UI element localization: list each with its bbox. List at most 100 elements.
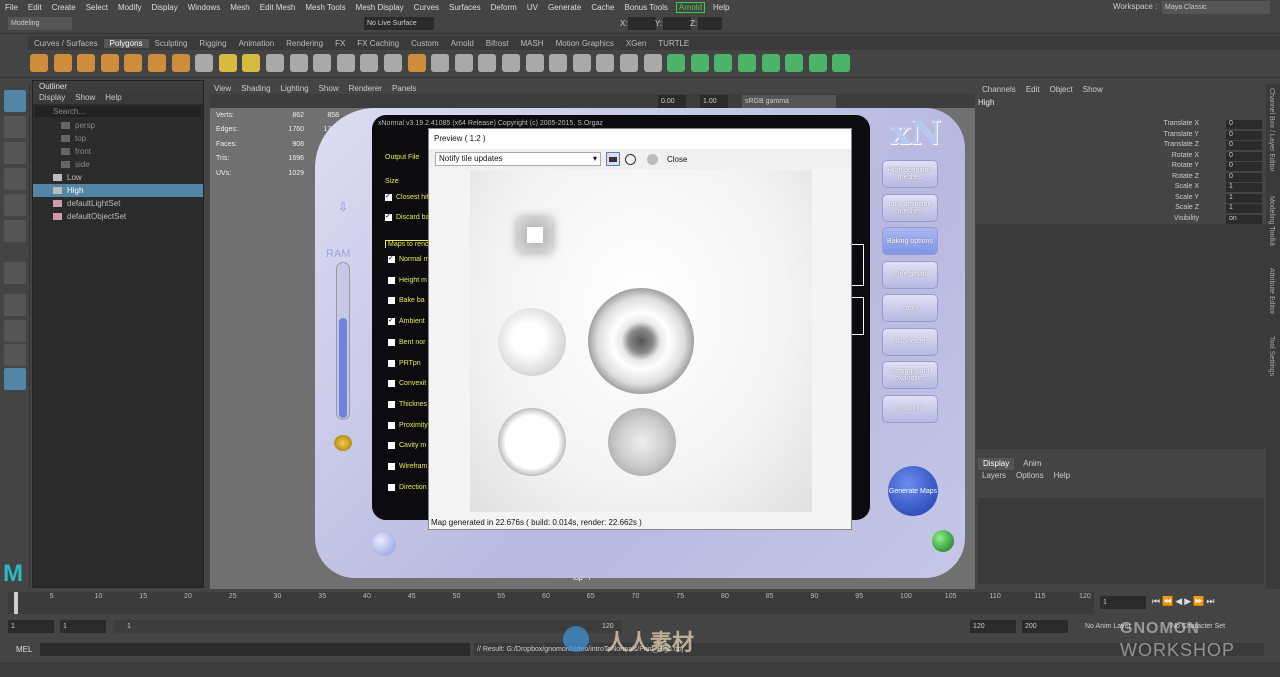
- menu-select[interactable]: Select: [81, 3, 113, 12]
- map-row[interactable]: Height m: [388, 276, 427, 284]
- channel-row[interactable]: Scale Y 1: [976, 193, 1266, 205]
- exposure-field[interactable]: 0.00: [658, 95, 686, 108]
- map-row[interactable]: PRTpn: [388, 359, 421, 367]
- shelf-tool-icon[interactable]: [690, 54, 709, 72]
- checkbox[interactable]: [388, 400, 395, 408]
- layer-tab-anim[interactable]: Anim: [1018, 458, 1046, 470]
- shelf-tool-icon[interactable]: [525, 54, 544, 72]
- shelf-tool-icon[interactable]: [289, 54, 308, 72]
- side-button-3d-viewer[interactable]: 3D Viewer: [882, 327, 938, 356]
- channel-value[interactable]: 0: [1226, 162, 1262, 171]
- channel-row[interactable]: Translate Y 0: [976, 130, 1266, 142]
- menu-help[interactable]: Help: [708, 3, 734, 12]
- shelf-tab-fx[interactable]: FX: [329, 39, 351, 48]
- map-row[interactable]: Proximity: [388, 421, 428, 429]
- viewport-menu-show[interactable]: Show: [319, 84, 339, 94]
- channel-value[interactable]: 0: [1226, 120, 1262, 129]
- shelf-tab-sculpting[interactable]: Sculpting: [149, 39, 194, 48]
- outliner-menu-help[interactable]: Help: [105, 92, 121, 104]
- layers-menu-options[interactable]: Options: [1016, 470, 1044, 482]
- lasso-tool-icon[interactable]: [4, 116, 26, 138]
- side-button-support[interactable]: Support: [882, 394, 938, 423]
- shelf-tool-icon[interactable]: [218, 54, 237, 72]
- channel-value[interactable]: 0: [1226, 130, 1262, 140]
- range-slider[interactable]: 1 120: [114, 620, 622, 633]
- four-view-icon[interactable]: [4, 320, 26, 342]
- live-surface-field[interactable]: No Live Surface: [364, 17, 434, 30]
- two-view-icon[interactable]: [4, 344, 26, 366]
- side-tab[interactable]: Modeling Toolkit: [1268, 196, 1275, 246]
- channel-row[interactable]: Translate X 0: [976, 120, 1266, 131]
- side-tab[interactable]: Channel Box / Layer Editor: [1268, 88, 1275, 172]
- channel-row[interactable]: Rotate X 0: [976, 151, 1266, 163]
- outliner-item[interactable]: Low: [33, 171, 203, 184]
- channel-row[interactable]: Scale Z 1: [976, 204, 1266, 215]
- checkbox[interactable]: [388, 380, 395, 388]
- layer-tab-display[interactable]: Display: [978, 458, 1015, 470]
- menu-edit-mesh[interactable]: Edit Mesh: [255, 3, 301, 12]
- circle-view-icon[interactable]: [625, 153, 636, 165]
- side-button-fine-detail[interactable]: Fine detail: [882, 260, 938, 289]
- map-row[interactable]: Wirefram: [388, 463, 427, 470]
- viewport-menu-lighting[interactable]: Lighting: [281, 84, 309, 94]
- shelf-tool-icon[interactable]: [53, 54, 72, 72]
- mel-input[interactable]: [40, 643, 470, 656]
- channel-row[interactable]: Rotate Z 0: [976, 172, 1266, 184]
- channel-value[interactable]: 0: [1226, 141, 1262, 150]
- channel-value[interactable]: 1: [1226, 204, 1262, 213]
- menu-deform[interactable]: Deform: [486, 3, 522, 12]
- shelf-tab-animation[interactable]: Animation: [233, 39, 281, 48]
- outliner-item[interactable]: front: [33, 145, 203, 158]
- shelf-tool-icon[interactable]: [454, 54, 473, 72]
- option-row[interactable]: Discard ba: [385, 212, 429, 221]
- map-row[interactable]: Direction: [388, 483, 427, 491]
- viewport-menu-shading[interactable]: Shading: [241, 84, 270, 94]
- mode-select[interactable]: Modeling: [8, 17, 72, 30]
- current-frame-field[interactable]: 1: [1100, 596, 1146, 609]
- colorspace-select[interactable]: sRGB gamma: [742, 95, 836, 108]
- shelf-tab-turtle[interactable]: TURTLE: [652, 39, 695, 48]
- notify-dropdown[interactable]: Notify tile updates: [435, 152, 601, 166]
- side-button-tools[interactable]: Tools: [882, 294, 938, 322]
- shelf-tab-rendering[interactable]: Rendering: [280, 39, 329, 48]
- shelf-tool-icon[interactable]: [478, 54, 497, 72]
- map-row[interactable]: Normal m: [388, 254, 429, 263]
- checkbox[interactable]: [388, 442, 395, 450]
- channel-value[interactable]: 1: [1226, 193, 1262, 203]
- playhead[interactable]: [14, 592, 18, 614]
- shelf-tool-icon[interactable]: [195, 54, 214, 72]
- outliner-search[interactable]: Search...: [35, 106, 201, 117]
- x-field[interactable]: [628, 17, 656, 30]
- generate-maps-button[interactable]: Generate Maps: [888, 466, 938, 516]
- single-view-icon[interactable]: [4, 294, 26, 316]
- menu-arnold[interactable]: Arnold: [675, 1, 705, 13]
- rotate-tool-icon[interactable]: [4, 194, 26, 216]
- option-row[interactable]: Closest hit: [385, 192, 429, 201]
- shelf-tool-icon[interactable]: [30, 54, 48, 72]
- map-row[interactable]: Ambient: [388, 316, 425, 326]
- shelf-tool-icon[interactable]: [171, 54, 190, 72]
- shelf-tool-icon[interactable]: [596, 54, 615, 72]
- channel-value[interactable]: 0: [1226, 151, 1262, 161]
- side-button-high-definition-meshes[interactable]: High definition meshes: [882, 160, 938, 188]
- viewport-menu-panels[interactable]: Panels: [392, 84, 416, 94]
- manipulator-icon[interactable]: [4, 262, 26, 284]
- time-slider[interactable]: 1510152025303540455055606570758085909510…: [8, 592, 1094, 614]
- shelf-tool-icon[interactable]: [761, 54, 780, 72]
- shelf-tool-icon[interactable]: [431, 54, 450, 72]
- anim-end-field[interactable]: 200: [1022, 620, 1068, 633]
- shelf-tool-icon[interactable]: [100, 54, 119, 72]
- side-tab[interactable]: Tool Settings: [1268, 336, 1275, 376]
- z-field[interactable]: [698, 17, 722, 30]
- checkbox[interactable]: [388, 254, 395, 263]
- outliner-menu-show[interactable]: Show: [75, 92, 95, 104]
- checkbox[interactable]: [388, 276, 395, 284]
- scale-tool-icon[interactable]: [4, 220, 26, 242]
- channel-value[interactable]: 0: [1226, 172, 1262, 182]
- shelf-tool-icon[interactable]: [502, 54, 520, 72]
- menu-create[interactable]: Create: [47, 3, 81, 12]
- channel-value[interactable]: on: [1226, 214, 1262, 224]
- map-row[interactable]: Thicknes: [388, 400, 427, 408]
- shelf-tool-icon[interactable]: [148, 54, 166, 72]
- map-row[interactable]: Cavity m: [388, 442, 426, 450]
